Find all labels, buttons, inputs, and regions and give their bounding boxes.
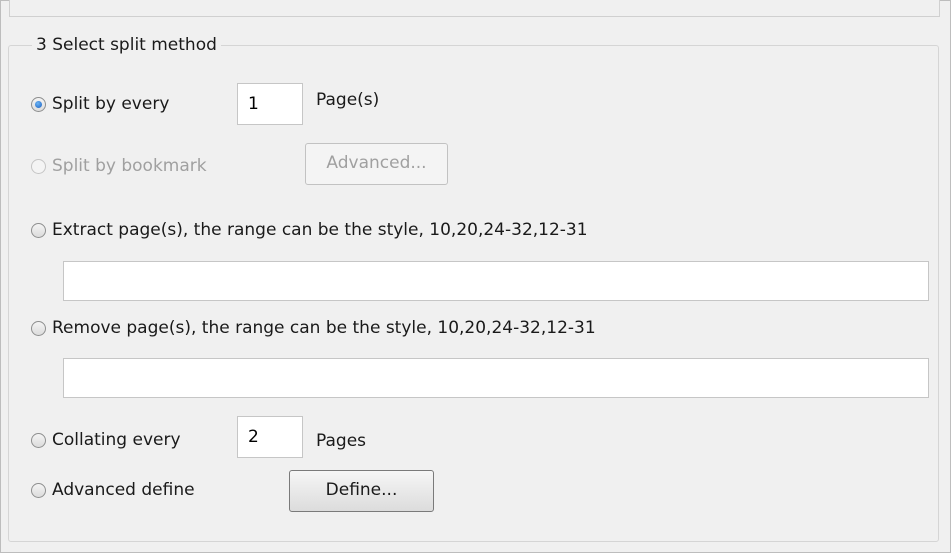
split-every-radio[interactable] xyxy=(31,96,46,112)
remove-label: Remove page(s), the range can be the sty… xyxy=(52,318,596,338)
advanced-define-radio[interactable] xyxy=(31,482,46,498)
split-bookmark-label: Split by bookmark xyxy=(52,156,207,176)
extract-label: Extract page(s), the range can be the st… xyxy=(52,220,588,240)
split-every-label: Split by every xyxy=(52,94,170,114)
split-bookmark-option[interactable]: Split by bookmark xyxy=(31,155,207,177)
remove-option[interactable]: Remove page(s), the range can be the sty… xyxy=(31,317,596,339)
extract-radio[interactable] xyxy=(31,222,46,238)
split-every-pages-input[interactable] xyxy=(237,83,303,125)
collating-option[interactable]: Collating every xyxy=(31,429,181,451)
split-every-unit: Page(s) xyxy=(316,90,380,110)
collating-radio[interactable] xyxy=(31,432,46,448)
advanced-define-label: Advanced define xyxy=(52,480,195,500)
split-bookmark-radio[interactable] xyxy=(31,158,46,174)
collating-unit: Pages xyxy=(316,431,367,451)
previous-section-panel xyxy=(9,0,940,17)
remove-radio[interactable] xyxy=(31,320,46,336)
advanced-define-option[interactable]: Advanced define xyxy=(31,479,195,501)
collating-pages-input[interactable] xyxy=(237,416,303,458)
define-button[interactable]: Define... xyxy=(289,470,434,512)
extract-option[interactable]: Extract page(s), the range can be the st… xyxy=(31,219,588,241)
remove-range-input[interactable] xyxy=(63,358,929,398)
advanced-button[interactable]: Advanced... xyxy=(305,143,448,185)
group-title: 3 Select split method xyxy=(32,35,221,55)
extract-range-input[interactable] xyxy=(63,261,929,301)
split-every-option[interactable]: Split by every xyxy=(31,93,169,115)
collating-label: Collating every xyxy=(52,430,181,450)
